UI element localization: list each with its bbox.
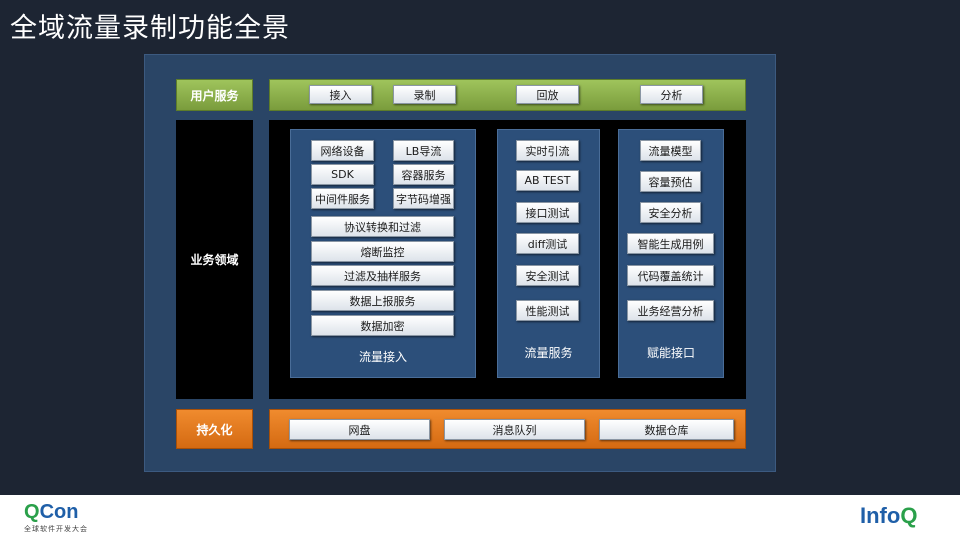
container-service-item[interactable]: 容器服务 xyxy=(393,164,454,185)
qcon-logo-q: Q xyxy=(24,501,40,523)
qcon-logo-rest: Con xyxy=(39,501,79,523)
slide-title: 全域流量录制功能全景 xyxy=(10,13,290,44)
middleware-service-item[interactable]: 中间件服务 xyxy=(311,188,374,209)
persistence-label: 持久化 xyxy=(176,409,253,449)
security-analysis-item[interactable]: 安全分析 xyxy=(640,202,701,223)
message-queue-item[interactable]: 消息队列 xyxy=(444,419,585,440)
traffic-model-item[interactable]: 流量模型 xyxy=(640,140,701,161)
bytecode-enhance-item[interactable]: 字节码增强 xyxy=(393,188,454,209)
netdisk-item[interactable]: 网盘 xyxy=(289,419,430,440)
performance-test-item[interactable]: 性能测试 xyxy=(516,300,579,321)
data-report-item[interactable]: 数据上报服务 xyxy=(311,290,454,311)
lb-diversion-item[interactable]: LB导流 xyxy=(393,140,454,161)
infoq-logo-main: Info xyxy=(860,503,901,528)
footer: QCon 全球软件开发大会 InfoQ xyxy=(0,495,960,540)
traffic-service-label: 流量服务 xyxy=(524,346,573,360)
business-domain-label: 业务领域 xyxy=(176,120,253,399)
code-coverage-item[interactable]: 代码覆盖统计 xyxy=(627,265,714,286)
diff-test-item[interactable]: diff测试 xyxy=(516,233,579,254)
protocol-convert-filter-item[interactable]: 协议转换和过滤 xyxy=(311,216,454,237)
data-encrypt-item[interactable]: 数据加密 xyxy=(311,315,454,336)
data-warehouse-item[interactable]: 数据仓库 xyxy=(599,419,734,440)
analyze-button[interactable]: 分析 xyxy=(640,85,703,104)
access-button[interactable]: 接入 xyxy=(309,85,372,104)
sdk-item[interactable]: SDK xyxy=(311,164,374,185)
qcon-logo: QCon xyxy=(24,501,78,524)
smart-testcase-item[interactable]: 智能生成用例 xyxy=(627,233,714,254)
enable-interface-label: 赋能接口 xyxy=(646,346,695,360)
qcon-subtitle: 全球软件开发大会 xyxy=(24,525,88,533)
ab-test-item[interactable]: AB TEST xyxy=(516,170,579,191)
realtime-diversion-item[interactable]: 实时引流 xyxy=(516,140,579,161)
user-service-label: 用户服务 xyxy=(176,79,253,111)
replay-button[interactable]: 回放 xyxy=(516,85,579,104)
record-button[interactable]: 录制 xyxy=(393,85,456,104)
network-device-item[interactable]: 网络设备 xyxy=(311,140,374,161)
circuit-breaker-monitor-item[interactable]: 熔断监控 xyxy=(311,241,454,262)
infoq-logo: InfoQ xyxy=(860,503,917,529)
business-analysis-item[interactable]: 业务经营分析 xyxy=(627,300,714,321)
infoq-logo-q: Q xyxy=(900,503,918,528)
filter-sampling-item[interactable]: 过滤及抽样服务 xyxy=(311,265,454,286)
capacity-estimate-item[interactable]: 容量预估 xyxy=(640,171,701,192)
interface-test-item[interactable]: 接口测试 xyxy=(516,202,579,223)
security-test-item[interactable]: 安全测试 xyxy=(516,265,579,286)
traffic-ingest-label: 流量接入 xyxy=(358,350,407,364)
